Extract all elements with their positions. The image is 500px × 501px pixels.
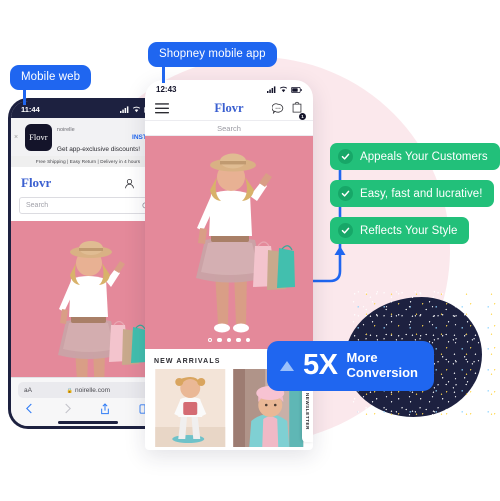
url-domain: noirelle.com [74, 386, 111, 394]
app-logo: Flovr [24, 123, 52, 151]
newsletter-side-tab-label: NEWSLETTER [305, 392, 310, 430]
hamburger-menu-icon[interactable] [155, 103, 169, 114]
illustration-canvas: Mobile web Shopney mobile app 11:44 × Fl… [0, 0, 500, 501]
carousel-dot[interactable] [226, 337, 232, 342]
smart-banner-texts: noirelle Get app-exclusive discounts! [56, 117, 140, 157]
signal-icon [267, 86, 276, 93]
battery-icon [291, 86, 302, 93]
share-icon[interactable] [100, 402, 110, 415]
home-indicator [11, 419, 165, 426]
check-icon [338, 186, 353, 201]
model-illustration [11, 221, 165, 377]
cart-button[interactable]: 1 [291, 100, 306, 120]
label-mobile-web-text: Mobile web [21, 71, 81, 83]
text-size-button[interactable]: aA [24, 387, 32, 394]
smart-banner-subtitle: Get app-exclusive discounts! [56, 146, 141, 153]
smart-banner-app-name: noirelle [56, 127, 75, 133]
label-shopney-tail [162, 67, 165, 83]
status-time: 11:44 [21, 105, 40, 114]
feature-badge-appeals: Appeals Your Customers [330, 143, 500, 170]
app-status-bar: 12:43 [145, 80, 313, 97]
check-icon [338, 149, 353, 164]
account-icon[interactable] [124, 178, 135, 189]
signal-icon [120, 106, 129, 113]
label-mobile-web: Mobile web [10, 65, 92, 105]
app-model-illustration [145, 136, 313, 349]
feature-badge-easy-fast: Easy, fast and lucrative! [330, 180, 495, 207]
search-input[interactable]: Search [19, 197, 157, 214]
wifi-icon [132, 106, 141, 113]
carousel-dot[interactable] [217, 337, 222, 342]
cart-count-badge: 1 [299, 112, 306, 120]
conversion-text-line2: Conversion [346, 364, 418, 380]
carousel-dot[interactable] [207, 337, 213, 342]
forward-icon[interactable] [63, 403, 72, 414]
url-bar[interactable]: aA 🔒 noirelle.com [18, 382, 158, 398]
label-shopney-text: Shopney mobile app [159, 48, 266, 60]
product-card[interactable] [154, 369, 227, 447]
mobile-web-status-bar: 11:44 [11, 101, 165, 118]
conversion-text: More Conversion [346, 350, 418, 380]
app-status-icons [267, 86, 302, 93]
conversion-text-line1: More [346, 350, 378, 365]
label-mobile-web-tail [23, 89, 26, 105]
app-install-smart-banner[interactable]: × Flovr noirelle Get app-exclusive disco… [11, 118, 165, 156]
close-icon[interactable]: × [14, 134, 20, 141]
mobile-web-phone: 11:44 × Flovr noirelle Get app-exclusive… [8, 98, 168, 429]
app-nav-right-icons: 1 [272, 100, 306, 120]
product-image [155, 369, 226, 447]
hero-product-image[interactable] [11, 221, 165, 377]
wifi-icon [279, 86, 288, 93]
url-text: 🔒 noirelle.com [67, 387, 110, 394]
safari-toolbar [11, 398, 165, 419]
chat-icon[interactable] [272, 102, 284, 115]
mobile-web-header: Flovr [11, 167, 165, 197]
mobile-web-screen: 11:44 × Flovr noirelle Get app-exclusive… [11, 101, 165, 426]
feature-badge-label: Easy, fast and lucrative! [360, 187, 483, 200]
up-arrow-icon [280, 360, 294, 371]
conversion-multiplier: 5X [303, 349, 338, 382]
back-icon[interactable] [25, 403, 34, 414]
promo-ticker: Free Shipping | Easy Return | Delivery i… [11, 156, 165, 167]
label-shopney-mobile-app: Shopney mobile app [148, 42, 277, 83]
app-search-placeholder: Search [217, 123, 241, 133]
store-brand[interactable]: Flovr [21, 175, 51, 191]
lock-icon: 🔒 [66, 387, 74, 394]
app-nav-bar: Flovr 1 [145, 97, 313, 120]
app-search-input[interactable]: Search [145, 120, 313, 136]
shopping-bag-icon [292, 101, 302, 113]
conversion-badge: 5X More Conversion [267, 341, 434, 392]
carousel-dot[interactable] [236, 337, 241, 342]
shopney-app-phone: 12:43 Flovr 1 Search NEW ARRIVALS NEWSLE… [145, 80, 313, 450]
app-status-time: 12:43 [156, 85, 177, 94]
check-icon [338, 223, 353, 238]
search-placeholder: Search [26, 202, 49, 209]
safari-bottom-bar: aA 🔒 noirelle.com [11, 377, 165, 426]
feature-badge-label: Appeals Your Customers [360, 150, 488, 163]
carousel-dot[interactable] [245, 337, 251, 342]
feature-badge-reflects-style: Reflects Your Style [330, 217, 470, 244]
app-hero-carousel[interactable] [145, 136, 313, 349]
feature-badge-label: Reflects Your Style [360, 224, 458, 237]
